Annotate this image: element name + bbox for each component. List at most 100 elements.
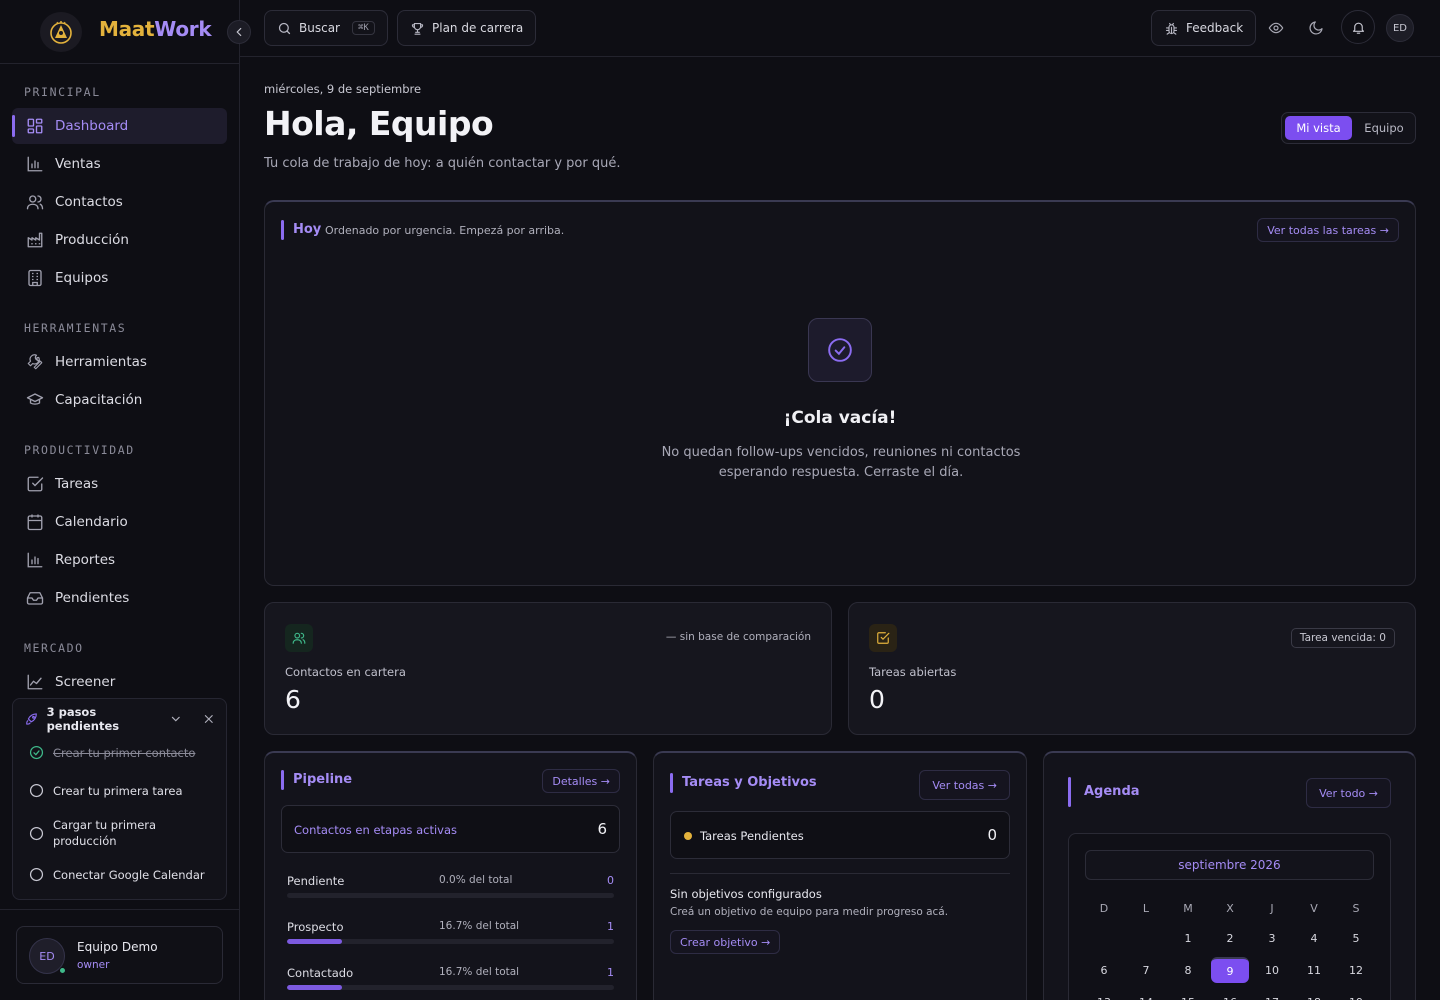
sidebar-item-produccion[interactable]: Producción	[12, 222, 227, 258]
onboarding-step-contact[interactable]: Crear tu primer contacto	[29, 745, 224, 760]
factory-icon	[26, 231, 44, 249]
sidebar-item-pendientes[interactable]: Pendientes	[12, 580, 227, 616]
today-subtitle: Ordenado por urgencia. Empezá por arriba…	[325, 224, 565, 237]
calendar-day[interactable]: 5	[1337, 925, 1375, 951]
stat-value: 6	[285, 685, 301, 714]
active-contacts-label: Contactos en etapas activas	[294, 823, 457, 837]
calendar-day[interactable]: 7	[1127, 957, 1165, 983]
pyramid-logo-icon	[50, 21, 72, 44]
calendar-day[interactable]: 3	[1253, 925, 1291, 951]
accent-bar	[281, 220, 284, 240]
calendar-day[interactable]: 10	[1253, 957, 1291, 983]
stage-percent: 16.7% del total	[439, 966, 520, 978]
stat-card-contacts[interactable]: — sin base de comparación Contactos en c…	[264, 602, 832, 735]
onboarding-header[interactable]: 3 pasos pendientes	[25, 705, 216, 733]
sidebar-item-calendario[interactable]: Calendario	[12, 504, 227, 540]
today-title: Hoy	[293, 222, 322, 237]
calendar-day-today[interactable]: 9	[1211, 957, 1249, 983]
pending-status-dot	[684, 832, 692, 840]
onboarding-step-label: Cargar tu primera producción	[53, 818, 157, 848]
onboarding-step-calendar[interactable]: Conectar Google Calendar	[29, 867, 224, 882]
agenda-view-all-link[interactable]: Ver todo →	[1306, 778, 1391, 808]
stat-card-tasks[interactable]: Tarea vencida: 0 Tareas abiertas 0	[848, 602, 1416, 735]
pending-tasks-row[interactable]: Tareas Pendientes 0	[670, 811, 1010, 859]
user-card[interactable]: ED Equipo Demo owner	[16, 926, 223, 984]
onboarding-step-production[interactable]: Cargar tu primera producción	[29, 817, 224, 849]
current-date: miércoles, 9 de septiembre	[264, 82, 422, 96]
search-button[interactable]: Buscar ⌘K	[264, 10, 388, 46]
onboarding-step-label: Crear tu primer contacto	[53, 745, 196, 760]
chevron-down-icon[interactable]	[169, 712, 183, 726]
collapse-sidebar-button[interactable]	[227, 20, 251, 44]
brand-header: MaatWork	[0, 0, 240, 64]
create-goal-button[interactable]: Crear objetivo →	[670, 930, 781, 954]
sidebar-item-reportes[interactable]: Reportes	[12, 542, 227, 578]
view-toggle-mine[interactable]: Mi vista	[1285, 116, 1352, 140]
calendar-day[interactable]: 6	[1085, 957, 1123, 983]
pipeline-card: Pipeline Detalles → Contactos en etapas …	[264, 751, 637, 1000]
tasks-view-all-link[interactable]: Ver todas →	[919, 770, 1010, 800]
sidebar-item-equipos[interactable]: Equipos	[12, 260, 227, 296]
calendar-day[interactable]: 17	[1253, 989, 1291, 1000]
user-avatar-button[interactable]: ED	[1386, 14, 1414, 42]
sidebar-item-label: Capacitación	[55, 392, 143, 408]
sidebar-item-ventas[interactable]: Ventas	[12, 146, 227, 182]
onboarding-step-task[interactable]: Crear tu primera tarea	[29, 783, 224, 798]
career-plan-button[interactable]: Plan de carrera	[397, 10, 537, 46]
view-all-tasks-link[interactable]: Ver todas las tareas →	[1257, 218, 1399, 242]
calendar-day[interactable]: 18	[1295, 989, 1333, 1000]
view-toggle-team[interactable]: Equipo	[1354, 116, 1414, 140]
sidebar-item-herramientas[interactable]: Herramientas	[12, 344, 227, 380]
pipeline-stage[interactable]: Contactado 16.7% del total 1	[287, 966, 614, 996]
onboarding-step-label: Conectar Google Calendar	[53, 867, 205, 882]
online-status-dot	[59, 967, 66, 974]
stat-icon-box	[869, 624, 897, 652]
stage-progress-fill	[287, 939, 342, 944]
sidebar-item-tareas[interactable]: Tareas	[12, 466, 227, 502]
close-icon[interactable]	[202, 712, 216, 726]
pipeline-stage[interactable]: Pendiente 0.0% del total 0	[287, 874, 614, 904]
empty-state-title: ¡Cola vacía!	[783, 408, 897, 428]
logo[interactable]	[40, 12, 82, 52]
eye-icon[interactable]	[1264, 16, 1288, 40]
pipeline-stage[interactable]: Prospecto 16.7% del total 1	[287, 920, 614, 950]
sidebar-item-capacitacion[interactable]: Capacitación	[12, 382, 227, 418]
calendar-day[interactable]: 13	[1085, 989, 1123, 1000]
stat-icon-box	[285, 624, 313, 652]
check-circle-icon	[29, 745, 44, 760]
calendar-day[interactable]: 16	[1211, 989, 1249, 1000]
stat-value: 0	[869, 685, 885, 714]
sidebar-item-dashboard[interactable]: Dashboard	[12, 108, 227, 144]
grid-icon	[26, 117, 44, 135]
calendar-icon	[26, 513, 44, 531]
sidebar-item-contactos[interactable]: Contactos	[12, 184, 227, 220]
calendar-day[interactable]: 12	[1337, 957, 1375, 983]
calendar-day[interactable]: 8	[1169, 957, 1207, 983]
calendar-day[interactable]: 4	[1295, 925, 1333, 951]
sidebar-item-label: Producción	[55, 232, 129, 248]
calendar-day[interactable]: 1	[1169, 925, 1207, 951]
feedback-button[interactable]: Feedback	[1151, 10, 1257, 46]
pipeline-details-link[interactable]: Detalles →	[542, 769, 620, 793]
calendar-day[interactable]: 11	[1295, 957, 1333, 983]
calendar-day[interactable]: 14	[1127, 989, 1165, 1000]
agenda-title: Agenda	[1084, 784, 1140, 799]
accent-bar	[670, 773, 673, 793]
no-goals-title: Sin objetivos configurados	[670, 887, 822, 901]
bell-icon	[1351, 20, 1366, 35]
divider	[670, 873, 1010, 874]
stage-percent: 0.0% del total	[439, 874, 513, 886]
notifications-button[interactable]	[1341, 10, 1375, 44]
moon-icon[interactable]	[1304, 16, 1328, 40]
active-contacts-row[interactable]: Contactos en etapas activas 6	[281, 805, 620, 853]
sidebar-item-screener[interactable]: Screener	[12, 664, 227, 700]
calendar-day[interactable]: 2	[1211, 925, 1249, 951]
trophy-icon	[410, 21, 425, 36]
pending-tasks-value: 0	[987, 826, 997, 844]
calendar-day[interactable]: 15	[1169, 989, 1207, 1000]
calendar-month-label[interactable]: septiembre 2026	[1085, 850, 1374, 880]
empty-state-badge	[808, 318, 872, 382]
stage-count: 0	[607, 874, 614, 887]
calendar-day[interactable]: 19	[1337, 989, 1375, 1000]
topbar: Buscar ⌘K Plan de carrera Feedback ED	[240, 0, 1440, 57]
